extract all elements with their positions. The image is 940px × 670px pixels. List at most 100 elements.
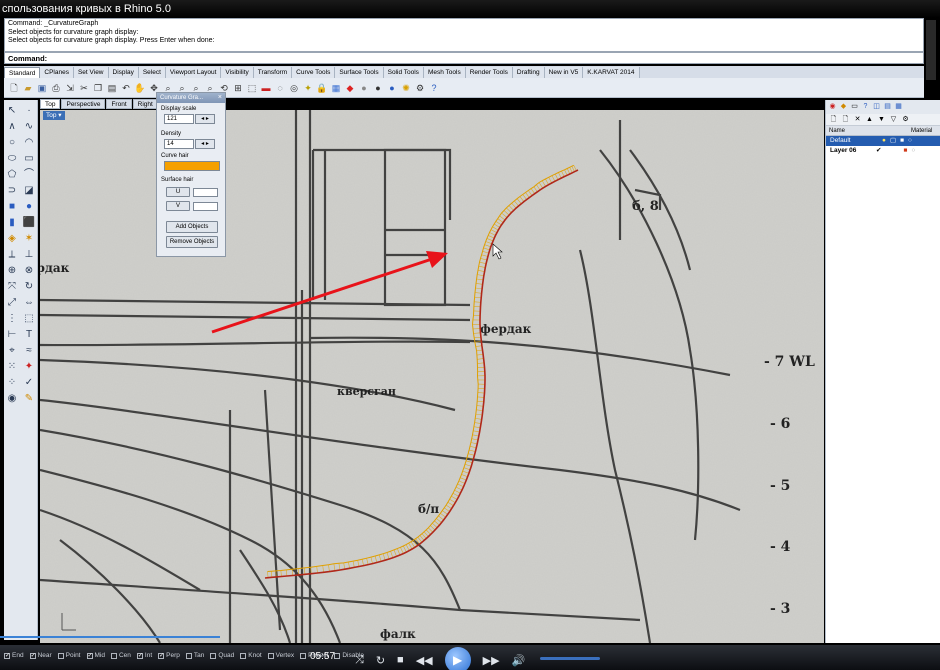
cut-icon[interactable]: ✂: [78, 82, 90, 94]
analyze-icon[interactable]: ⌖: [5, 344, 19, 358]
circle-icon[interactable]: ○: [5, 136, 19, 150]
paste-icon[interactable]: ▤: [106, 82, 118, 94]
environment-icon[interactable]: ▦: [894, 102, 903, 111]
arc-icon[interactable]: ◠: [22, 136, 36, 150]
layer-row-layer06[interactable]: Layer 06 ✔ ■ ○: [826, 146, 940, 156]
lock-layer-icon[interactable]: ▢: [890, 136, 896, 146]
trim-icon[interactable]: ⟂: [5, 248, 19, 262]
new-sublayer-icon[interactable]: 🗋: [841, 115, 850, 124]
move-down-icon[interactable]: ▼: [877, 115, 886, 124]
command-line[interactable]: Command:: [4, 52, 924, 64]
render-preview-icon[interactable]: ●: [386, 82, 398, 94]
display-scale-input[interactable]: 121: [164, 114, 194, 124]
stop-icon[interactable]: ■: [397, 654, 404, 666]
tab-right[interactable]: Right: [132, 99, 158, 109]
four-view-icon[interactable]: ⊞: [232, 82, 244, 94]
copy-icon[interactable]: ❐: [92, 82, 104, 94]
properties-icon[interactable]: ◉: [828, 102, 837, 111]
lock-icon[interactable]: 🔒: [316, 82, 328, 94]
osnap-knot[interactable]: Knot: [240, 650, 262, 661]
tab-curve-tools[interactable]: Curve Tools: [292, 67, 336, 78]
ellipse-icon[interactable]: ⬭: [5, 152, 19, 166]
v-toggle-button[interactable]: V: [166, 201, 190, 211]
material-swatch-icon[interactable]: ○: [908, 136, 912, 146]
dimension-icon[interactable]: ⊢: [5, 328, 19, 342]
new-layer-icon[interactable]: 🗋: [829, 115, 838, 124]
osnap-checkbox[interactable]: ✓: [86, 652, 93, 659]
help-icon[interactable]: ?: [428, 82, 440, 94]
extrude-icon[interactable]: ⬛: [22, 216, 36, 230]
dot-icon[interactable]: ⁘: [5, 376, 19, 390]
sphere-icon[interactable]: ●: [22, 200, 36, 214]
lightbulb-icon[interactable]: ●: [882, 136, 886, 146]
osnap-checkbox[interactable]: [334, 652, 341, 659]
add-objects-button[interactable]: Add Objects: [166, 221, 218, 233]
repeat-icon[interactable]: ↻: [376, 654, 385, 667]
point-tool-icon[interactable]: ·: [22, 104, 36, 118]
boolean-icon[interactable]: ◈: [5, 232, 19, 246]
close-icon[interactable]: ×: [218, 94, 222, 101]
tab-select[interactable]: Select: [138, 67, 166, 78]
undo-icon[interactable]: ↶: [120, 82, 132, 94]
osnap-checkbox[interactable]: ✓: [136, 652, 143, 659]
tab-perspective[interactable]: Perspective: [61, 99, 106, 109]
point-icon[interactable]: ✦: [302, 82, 314, 94]
scale-icon[interactable]: ⤢: [5, 296, 19, 310]
layer-row-default[interactable]: Default ● ▢ ■ ○: [826, 136, 940, 146]
print-icon[interactable]: ⎙: [50, 82, 62, 94]
osnap-checkbox[interactable]: [110, 652, 117, 659]
tools-icon[interactable]: ⚙: [901, 115, 910, 124]
render-icon[interactable]: ●: [372, 82, 384, 94]
delete-layer-icon[interactable]: ✕: [853, 115, 862, 124]
tab-cplanes[interactable]: CPlanes: [40, 67, 74, 78]
box-icon[interactable]: ■: [5, 200, 19, 214]
u-toggle-button[interactable]: U: [166, 187, 190, 197]
cylinder-icon[interactable]: ▮: [5, 216, 19, 230]
tab-drafting[interactable]: Drafting: [512, 67, 545, 78]
options-icon[interactable]: ⚙: [414, 82, 426, 94]
tab-render-tools[interactable]: Render Tools: [465, 67, 513, 78]
join-icon[interactable]: ⊕: [5, 264, 19, 278]
rewind-icon[interactable]: ◀◀: [416, 654, 433, 667]
export-icon[interactable]: ⇲: [64, 82, 76, 94]
osnap-checkbox[interactable]: [240, 652, 247, 659]
polyline-icon[interactable]: ∧: [5, 120, 19, 134]
color-icon[interactable]: ◆: [344, 82, 356, 94]
shuffle-icon[interactable]: ⤨: [355, 654, 364, 667]
osnap-checkbox[interactable]: [210, 652, 217, 659]
fast-forward-icon[interactable]: ▶▶: [483, 654, 500, 667]
move-tool-icon[interactable]: ⤧: [5, 280, 19, 294]
tab-viewport-layout[interactable]: Viewport Layout: [165, 67, 222, 78]
osnap-near[interactable]: ✓ Near: [29, 650, 52, 661]
select-icon[interactable]: ⬚: [246, 82, 258, 94]
display-scale-stepper[interactable]: ◂ ▸: [195, 114, 215, 124]
explode-icon[interactable]: ✶: [22, 232, 36, 246]
osnap-int[interactable]: ✓ Int: [136, 650, 152, 661]
mirror-icon[interactable]: ⇔: [22, 296, 36, 310]
tab-surface-tools[interactable]: Surface Tools: [335, 67, 384, 78]
v-color-swatch[interactable]: [193, 202, 218, 211]
play-button[interactable]: ▶: [444, 647, 471, 670]
materials-icon[interactable]: ◫: [872, 102, 881, 111]
light-icon[interactable]: ✺: [400, 82, 412, 94]
polygon-icon[interactable]: ⬠: [5, 168, 19, 182]
osnap-perp[interactable]: ✓ Perp: [158, 650, 180, 661]
volume-slider[interactable]: [540, 657, 600, 660]
osnap-quad[interactable]: Quad: [210, 650, 234, 661]
new-file-icon[interactable]: 🗋: [8, 82, 20, 94]
layer-icon[interactable]: ▦: [330, 82, 342, 94]
check-icon[interactable]: ✓: [22, 376, 36, 390]
volume-icon[interactable]: 🔊: [512, 654, 526, 667]
open-folder-icon[interactable]: ▰: [22, 82, 34, 94]
osnap-checkbox[interactable]: [300, 652, 307, 659]
tab-karvat[interactable]: K.KARVAT 2014: [583, 67, 640, 78]
cage-icon[interactable]: ⬚: [22, 312, 36, 326]
select-arrow-icon[interactable]: ↖: [5, 104, 19, 118]
osnap-checkbox[interactable]: ✓: [4, 652, 10, 659]
material-icon[interactable]: ●: [358, 82, 370, 94]
layer-color-icon[interactable]: ■: [903, 146, 907, 156]
layer-color-icon[interactable]: ■: [900, 136, 904, 146]
density-input[interactable]: 14: [164, 139, 194, 149]
split-icon[interactable]: ⊥: [22, 248, 36, 262]
tab-standard[interactable]: Standard: [4, 67, 41, 78]
